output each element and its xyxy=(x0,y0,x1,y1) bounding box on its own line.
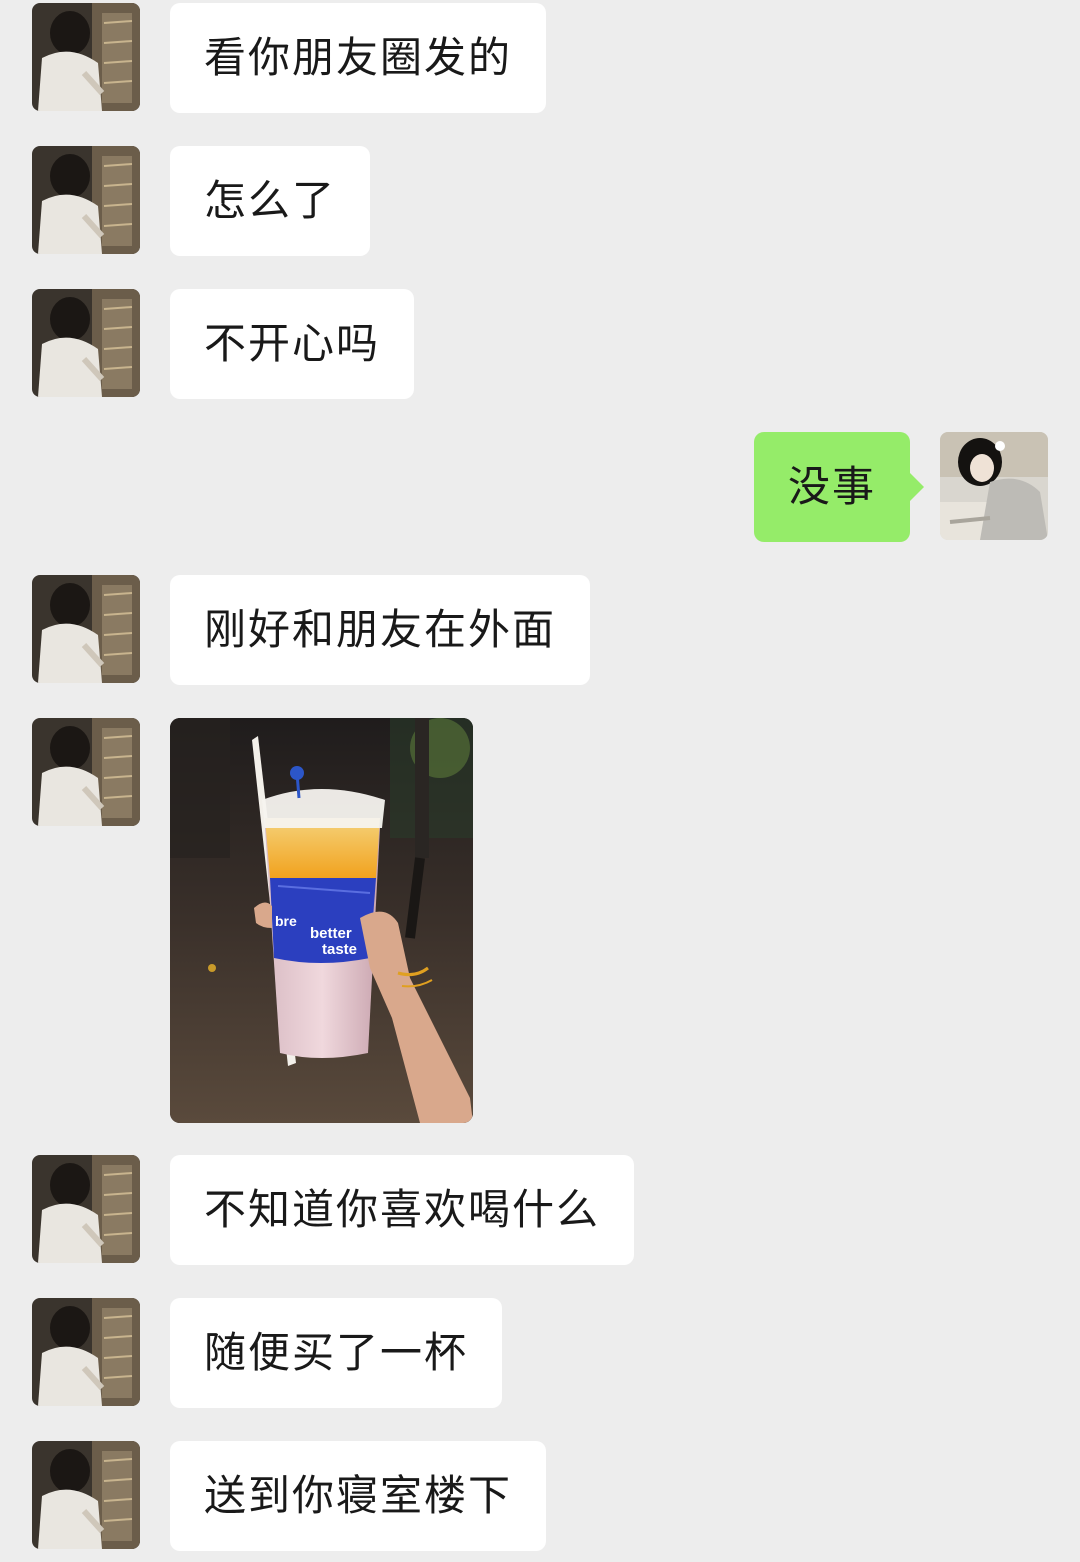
message-bubble-incoming[interactable]: 不开心吗 xyxy=(170,289,415,399)
contact-avatar[interactable] xyxy=(32,289,140,397)
contact-avatar[interactable] xyxy=(32,1298,140,1406)
sleeve-text-taste: taste xyxy=(322,941,357,958)
message-bubble-incoming[interactable]: 送到你寝室楼下 xyxy=(170,1441,547,1551)
contact-avatar[interactable] xyxy=(32,718,140,826)
contact-avatar[interactable] xyxy=(32,1441,140,1549)
sleeve-text-better: better xyxy=(310,925,352,942)
contact-avatar[interactable] xyxy=(32,575,140,683)
message-bubble-incoming[interactable]: 不知道你喜欢喝什么 xyxy=(170,1155,635,1265)
sleeve-text-bre: bre xyxy=(275,913,297,929)
user-avatar[interactable] xyxy=(940,432,1048,540)
contact-avatar[interactable] xyxy=(32,1155,140,1263)
contact-avatar[interactable] xyxy=(32,146,140,254)
message-bubble-incoming[interactable]: 看你朋友圈发的 xyxy=(170,3,547,113)
contact-avatar[interactable] xyxy=(32,3,140,111)
message-bubble-incoming[interactable]: 怎么了 xyxy=(170,146,371,256)
message-bubble-outgoing[interactable]: 没事 xyxy=(754,432,924,542)
drink-photo-message[interactable]: better taste bre xyxy=(170,718,473,1123)
message-bubble-incoming[interactable]: 随便买了一杯 xyxy=(170,1298,503,1408)
message-bubble-incoming[interactable]: 刚好和朋友在外面 xyxy=(170,575,591,685)
